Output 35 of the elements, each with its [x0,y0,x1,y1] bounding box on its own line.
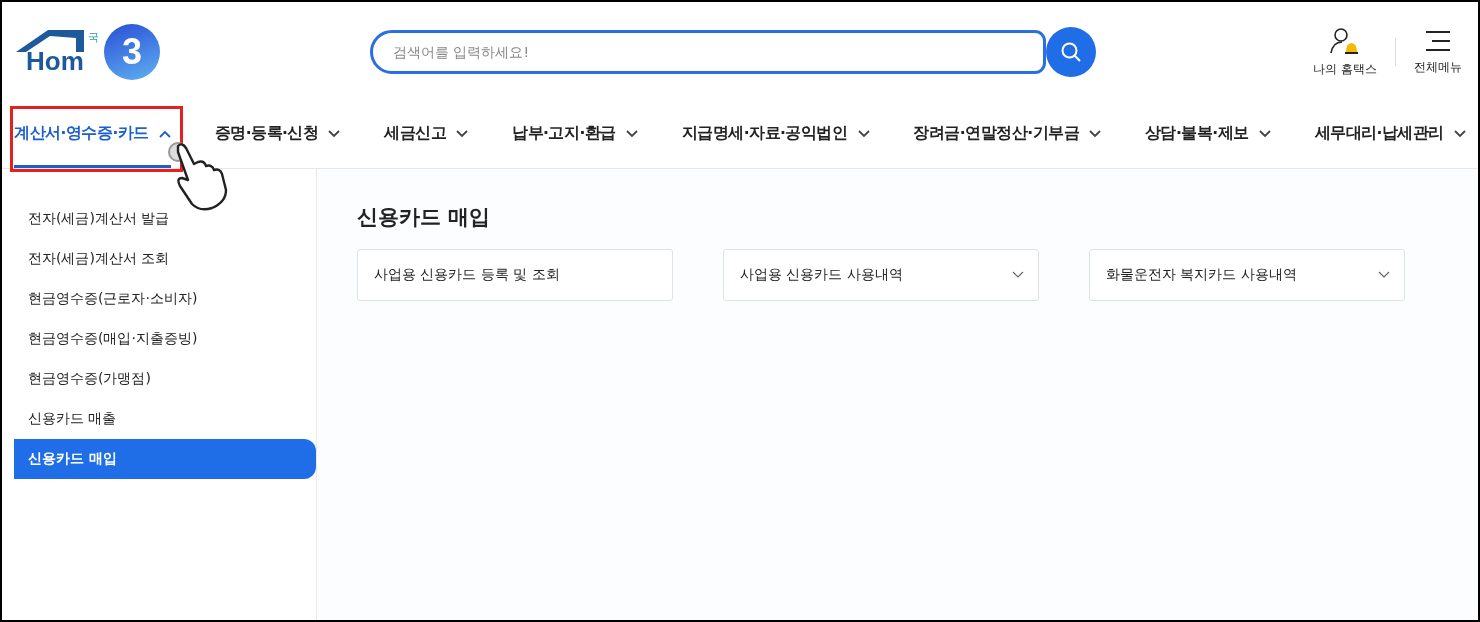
sidebar-item[interactable]: 현금영수증(근로자·소비자) [14,279,316,319]
sidebar-item[interactable]: 신용카드 매입 [14,439,316,479]
search-icon [1060,41,1082,63]
nav-tab[interactable]: 장려금·연말정산·기부금 [913,102,1102,168]
logo-caption: 국 [88,30,99,45]
page-title: 신용카드 매입 [357,204,492,231]
sidebar-item[interactable]: 현금영수증(매입·지출증빙) [14,319,316,359]
sidebar-item[interactable]: 전자(세금)계산서 조회 [14,239,316,279]
nav-tab[interactable]: 세무대리·납세관리 [1314,102,1466,168]
header-link[interactable]: 전체메뉴 [1414,28,1462,76]
chevron-up-icon [158,129,171,138]
search-field[interactable]: 검색어를 입력하세요! [370,30,1046,74]
nav-tab[interactable]: 세금신고 [384,102,469,168]
nav-tab[interactable]: 지급명세·자료·공익법인 [681,102,870,168]
menu-card[interactable]: 사업용 신용카드 등록 및 조회 [357,249,673,301]
chevron-down-icon [857,129,870,138]
nav-tab[interactable]: 상담·불복·제보 [1144,102,1271,168]
sidebar-item[interactable]: 전자(세금)계산서 발급 [14,199,316,239]
menu-card[interactable]: 화물운전자 복지카드 사용내역 [1089,249,1405,301]
menu-card[interactable]: 사업용 신용카드 사용내역 [723,249,1039,301]
chevron-down-icon [1089,129,1102,138]
search-button[interactable] [1046,27,1096,77]
sidebar-item[interactable]: 신용카드 매출 [14,399,316,439]
sidebar-item[interactable]: 현금영수증(가맹점) [14,359,316,399]
logo-wordmark[interactable]: Hom [26,46,84,77]
chevron-down-icon [625,129,638,138]
header-link[interactable]: 나의 홈택스 [1313,26,1377,78]
nav-tab[interactable]: 증명·등록·신청 [214,102,341,168]
nav-tab[interactable]: 납부·고지·환급 [512,102,638,168]
step-number-badge: 3 [104,24,160,80]
chevron-down-icon [1454,129,1466,138]
menu-icon [1424,28,1452,53]
chevron-down-icon [328,129,341,138]
chevron-down-icon [456,129,469,138]
chevron-down-icon [1258,129,1271,138]
